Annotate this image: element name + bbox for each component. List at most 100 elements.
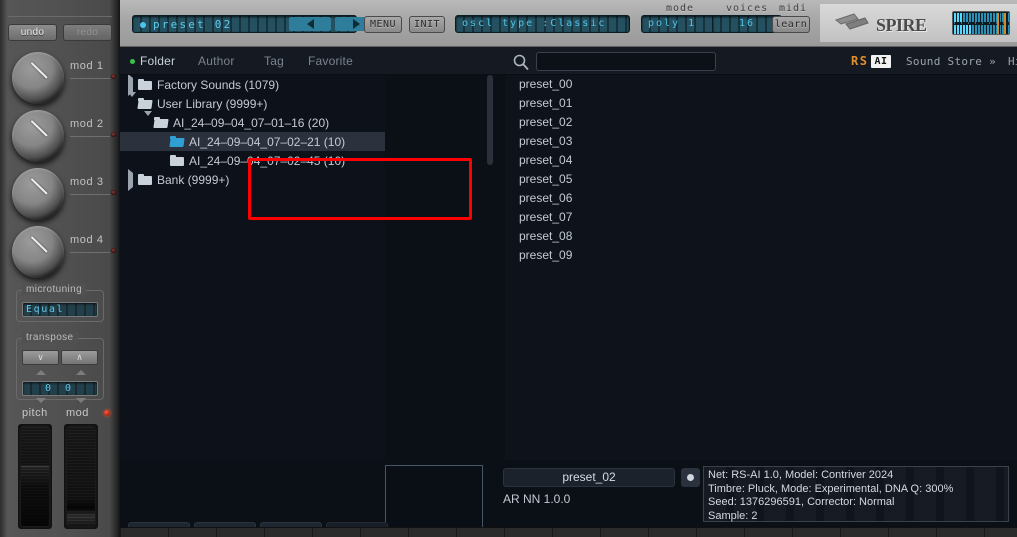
undo-button[interactable]: undo (8, 24, 57, 41)
microtuning-value[interactable]: Equal (22, 302, 98, 317)
transpose-up-button[interactable]: ∧ (61, 350, 98, 365)
chevron-down-icon[interactable] (128, 91, 136, 111)
brand-text: SPIRE (876, 15, 927, 35)
top-toolbar: preset 02 MENU INIT oscl type :Classic m… (120, 0, 1017, 47)
mod-3-line (70, 194, 110, 195)
key-divider (744, 528, 745, 537)
key-divider (264, 528, 265, 537)
preset-prev-button[interactable] (289, 17, 331, 31)
mod-2-line (70, 136, 110, 137)
tab-tag[interactable]: Tag (264, 54, 284, 68)
preset-list-item[interactable]: preset_01 (505, 94, 1017, 113)
tab-author[interactable]: Author (198, 54, 235, 68)
tree-item[interactable]: Bank (9999+) (120, 168, 385, 191)
transpose-value[interactable]: 0 0 (22, 381, 98, 396)
preset-list-item[interactable]: preset_05 (505, 170, 1017, 189)
tree-item[interactable]: Factory Sounds (1079) (120, 75, 385, 96)
preset-display[interactable]: preset 02 (132, 15, 377, 33)
tree-item[interactable]: AI_24–09–04_07–02–45 (10) (120, 151, 385, 170)
folder-icon (138, 174, 152, 185)
mod-3-knob[interactable] (12, 168, 64, 220)
preset-list[interactable]: preset_00 preset_01 preset_02 preset_03 pres… (505, 75, 1017, 460)
tab-folder[interactable]: Folder (140, 54, 175, 68)
transpose-left-down-arrow-icon[interactable] (36, 398, 46, 403)
folder-icon (170, 155, 184, 166)
osc-type-display[interactable]: oscl type :Classic (455, 15, 630, 33)
pitch-wheel[interactable] (18, 424, 52, 529)
preset-list-item[interactable]: preset_07 (505, 208, 1017, 227)
tab-favorite[interactable]: Favorite (308, 54, 353, 68)
preset-list-item[interactable]: preset_00 (505, 75, 1017, 94)
transpose-right-down-arrow-icon[interactable] (76, 398, 86, 403)
key-divider (792, 528, 793, 537)
preset-favorite-button[interactable] (681, 468, 700, 487)
history-link[interactable]: History (1008, 55, 1017, 68)
plugin-window: undo redo mod 1 mod 2 mod 3 mod 4 microt… (0, 0, 1017, 537)
preset-list-item[interactable]: preset_08 (505, 227, 1017, 246)
search-input[interactable] (536, 52, 716, 71)
mod-4-label: mod 4 (70, 234, 104, 246)
meter-peak-marker-1 (997, 13, 1000, 34)
keyboard-strip[interactable] (120, 527, 1017, 537)
right-arrow-icon (352, 19, 360, 29)
key-divider (936, 528, 937, 537)
meter-ticks (954, 22, 1009, 24)
redo-button[interactable]: redo (63, 24, 112, 41)
transpose-right-up-arrow-icon[interactable] (76, 370, 86, 375)
key-divider (552, 528, 553, 537)
tree-scrollbar-thumb[interactable] (487, 75, 493, 165)
folder-icon (137, 98, 153, 109)
microtuning-title: microtuning (22, 284, 87, 295)
mod-wheel[interactable] (64, 424, 98, 529)
preset-list-item[interactable]: preset_09 (505, 246, 1017, 265)
pitch-wheel-surface[interactable] (21, 427, 49, 526)
mod-wheel-surface[interactable] (67, 427, 95, 526)
mod-1-knob[interactable] (12, 52, 64, 104)
tree-item[interactable]: AI_24–09–04_07–01–16 (20) (120, 110, 385, 132)
transpose-left-up-arrow-icon[interactable] (36, 370, 46, 375)
tree-item-label: AI_24–09–04_07–02–21 (10) (189, 134, 346, 149)
mod-1-line (70, 78, 110, 79)
voices-label: voices (726, 3, 769, 14)
mod-4-led (111, 248, 116, 253)
mode-value-display[interactable]: poly 1 (641, 15, 719, 33)
search-icon[interactable] (512, 53, 530, 71)
sound-store-link[interactable]: Sound Store » (906, 55, 996, 68)
folder-tree[interactable]: Factory Sounds (1079) User Library (9999+… (120, 75, 385, 475)
preset-list-item[interactable]: preset_03 (505, 132, 1017, 151)
chevron-right-icon[interactable] (128, 168, 133, 191)
chevron-down-icon[interactable] (144, 110, 152, 130)
transpose-down-button[interactable]: ∨ (22, 350, 59, 365)
key-divider (120, 528, 121, 537)
tree-scrollbar[interactable] (486, 75, 494, 475)
tree-item[interactable]: User Library (9999+) (120, 91, 385, 113)
key-divider (888, 528, 889, 537)
preset-indicator-dot (140, 22, 146, 28)
preset-version-text: AR NN 1.0.0 (503, 492, 571, 506)
tree-toggle[interactable] (128, 168, 138, 191)
menu-button[interactable]: MENU (364, 16, 402, 33)
init-button[interactable]: INIT (409, 16, 445, 33)
preset-info-line: Sample: 2 (708, 509, 758, 522)
transpose-buttons: ∨ ∧ (22, 350, 98, 365)
tree-item[interactable]: AI_24–09–04_07–02–21 (10) (120, 132, 385, 151)
mod-2-knob[interactable] (12, 110, 64, 162)
tree-toggle[interactable] (128, 75, 138, 96)
mod-1-row: mod 1 (10, 48, 116, 108)
midi-learn-button[interactable]: learn (772, 16, 810, 33)
mod-2-label: mod 2 (70, 118, 104, 130)
preset-list-item[interactable]: preset_06 (505, 189, 1017, 208)
mod-3-label: mod 3 (70, 176, 104, 188)
preset-list-item[interactable]: preset_04 (505, 151, 1017, 170)
left-arrow-icon (306, 19, 314, 29)
output-level-meter (952, 11, 1010, 35)
preset-list-item[interactable]: preset_02 (505, 113, 1017, 132)
meter-peak-marker-2 (1004, 13, 1007, 34)
preset-name-field[interactable]: preset_02 (503, 468, 675, 487)
spire-logo-icon (834, 13, 869, 30)
mod-3-led (111, 190, 116, 195)
mod-1-led (111, 74, 116, 79)
active-tab-dot (130, 59, 135, 64)
mod-2-led (111, 132, 116, 137)
mod-4-knob[interactable] (12, 226, 64, 278)
